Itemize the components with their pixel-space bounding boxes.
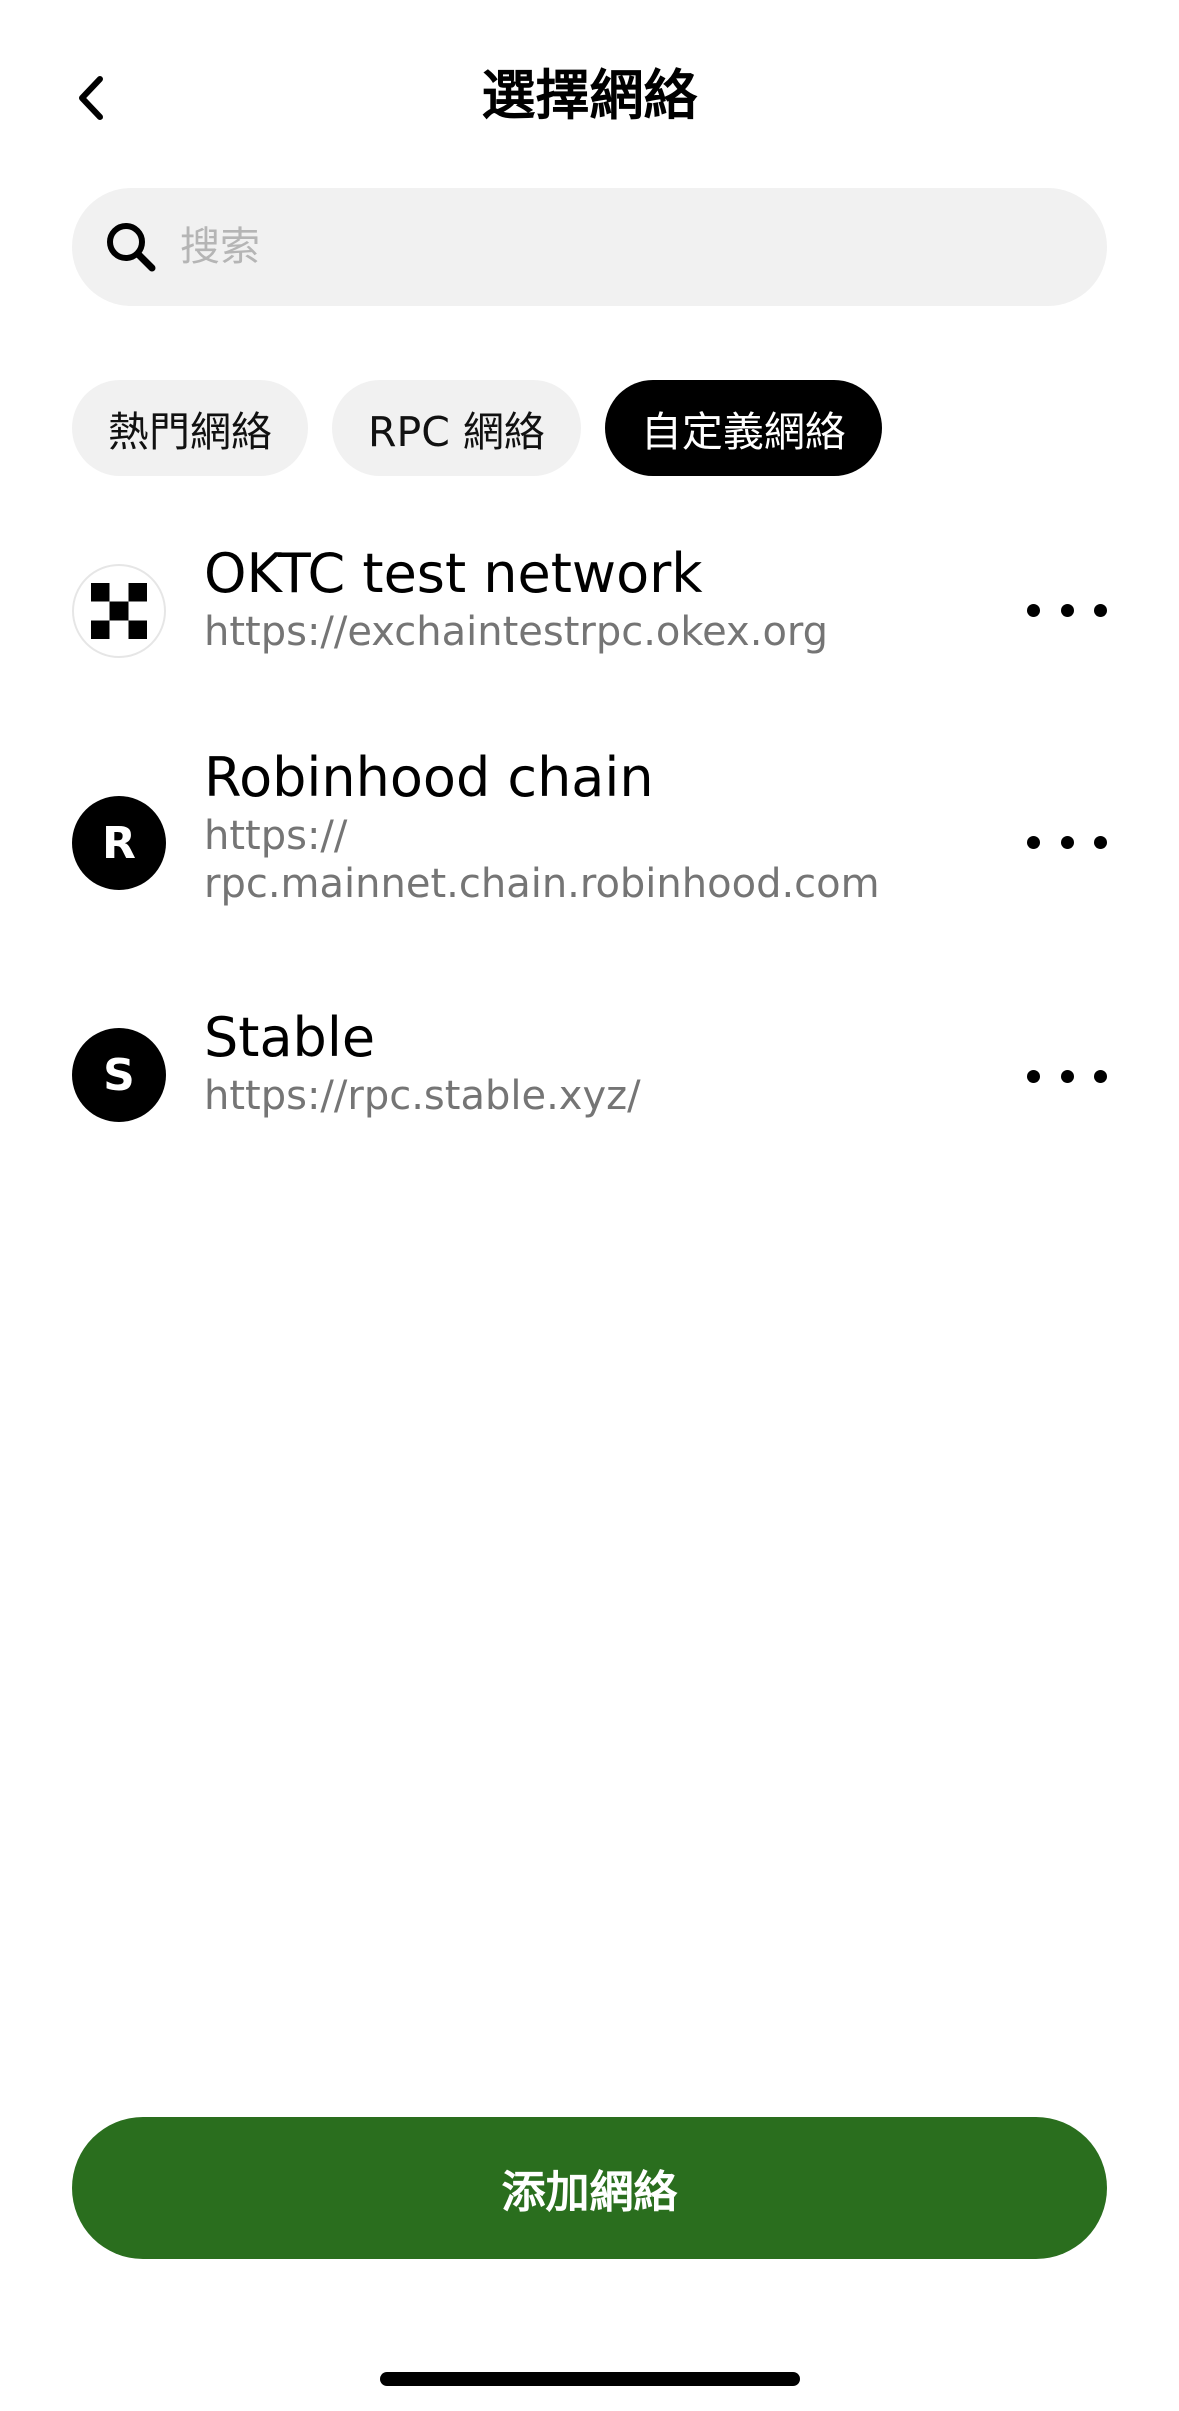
header: 選擇網絡 bbox=[0, 40, 1179, 152]
network-name: OKTC test network bbox=[204, 542, 703, 605]
more-options-icon[interactable] bbox=[1027, 1046, 1107, 1106]
network-name: Stable bbox=[204, 1006, 376, 1069]
letter-s-icon: S bbox=[72, 1028, 166, 1122]
network-text: Stable https://rpc.stable.xyz/ bbox=[204, 1004, 964, 1120]
network-text: Robinhood chain https:// rpc.mainnet.cha… bbox=[204, 744, 964, 908]
network-text: OKTC test network https://exchaintestrpc… bbox=[204, 540, 964, 656]
network-name: Robinhood chain bbox=[204, 746, 654, 809]
network-item-oktc[interactable]: OKTC test network https://exchaintestrpc… bbox=[72, 540, 1107, 690]
add-network-button[interactable]: 添加網絡 bbox=[72, 2117, 1107, 2259]
letter-r-icon: R bbox=[72, 796, 166, 890]
search-icon bbox=[107, 223, 156, 272]
network-url: https:// rpc.mainnet.chain.robinhood.com bbox=[204, 813, 880, 907]
network-tabs: 熱門網絡 RPC 網絡 自定義網絡 bbox=[72, 380, 882, 476]
search-bar[interactable] bbox=[72, 188, 1107, 306]
okx-checker-icon bbox=[72, 564, 166, 658]
network-url: https://exchaintestrpc.okex.org bbox=[204, 609, 829, 655]
network-item-robinhood[interactable]: R Robinhood chain https:// rpc.mainnet.c… bbox=[72, 746, 1107, 954]
home-indicator bbox=[380, 2372, 800, 2386]
search-input[interactable] bbox=[180, 188, 1060, 306]
network-url: https://rpc.stable.xyz/ bbox=[204, 1073, 641, 1119]
more-options-icon[interactable] bbox=[1027, 812, 1107, 872]
tab-custom-networks[interactable]: 自定義網絡 bbox=[604, 380, 882, 476]
page-title: 選擇網絡 bbox=[481, 64, 698, 127]
network-item-stable[interactable]: S Stable https://rpc.stable.xyz/ bbox=[72, 1006, 1107, 1160]
tab-rpc-networks[interactable]: RPC 網絡 bbox=[332, 380, 581, 476]
tab-popular-networks[interactable]: 熱門網絡 bbox=[72, 380, 308, 476]
more-options-icon[interactable] bbox=[1027, 580, 1107, 640]
